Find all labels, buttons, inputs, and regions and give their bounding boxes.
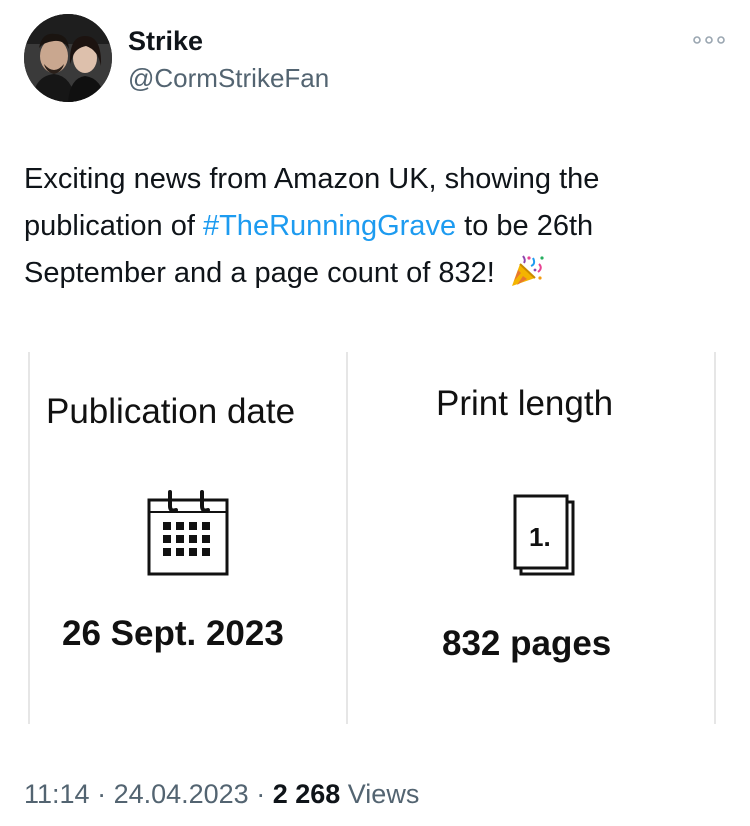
avatar[interactable] [24, 14, 112, 102]
avatar-photo [24, 14, 112, 102]
print-length-title: Print length [436, 384, 614, 423]
divider [714, 352, 716, 724]
tweet-text: Exciting news from Amazon UK, showing th… [24, 156, 724, 303]
more-horizontal-icon [693, 36, 725, 44]
calendar-icon [146, 488, 230, 583]
more-options-button[interactable] [692, 28, 726, 51]
views-count[interactable]: 2 268 [273, 779, 341, 809]
print-length-value: 832 pages [442, 624, 612, 663]
attached-image[interactable]: Publication date 26 Sept. 2023 Print len… [24, 338, 724, 728]
tweet-meta: 11:14 · 24.04.2023 · 2 268 Views [24, 779, 419, 810]
hashtag-link[interactable]: #TheRunningGrave [203, 210, 456, 242]
user-handle[interactable]: @CormStrikeFan [128, 63, 329, 94]
display-name[interactable]: Strike [128, 26, 203, 57]
pages-icon-label: 1. [529, 522, 551, 552]
pages-icon: 1. [512, 494, 576, 583]
separator: · [89, 779, 114, 809]
party-popper-icon [509, 254, 545, 303]
divider [346, 352, 348, 724]
separator: · [248, 779, 273, 809]
divider [28, 352, 30, 724]
tweet-time[interactable]: 11:14 [24, 779, 90, 809]
views-label[interactable]: Views [340, 779, 420, 809]
tweet-date[interactable]: 24.04.2023 [114, 779, 249, 809]
publication-date-value: 26 Sept. 2023 [62, 614, 284, 653]
publication-date-title: Publication date [46, 392, 296, 431]
